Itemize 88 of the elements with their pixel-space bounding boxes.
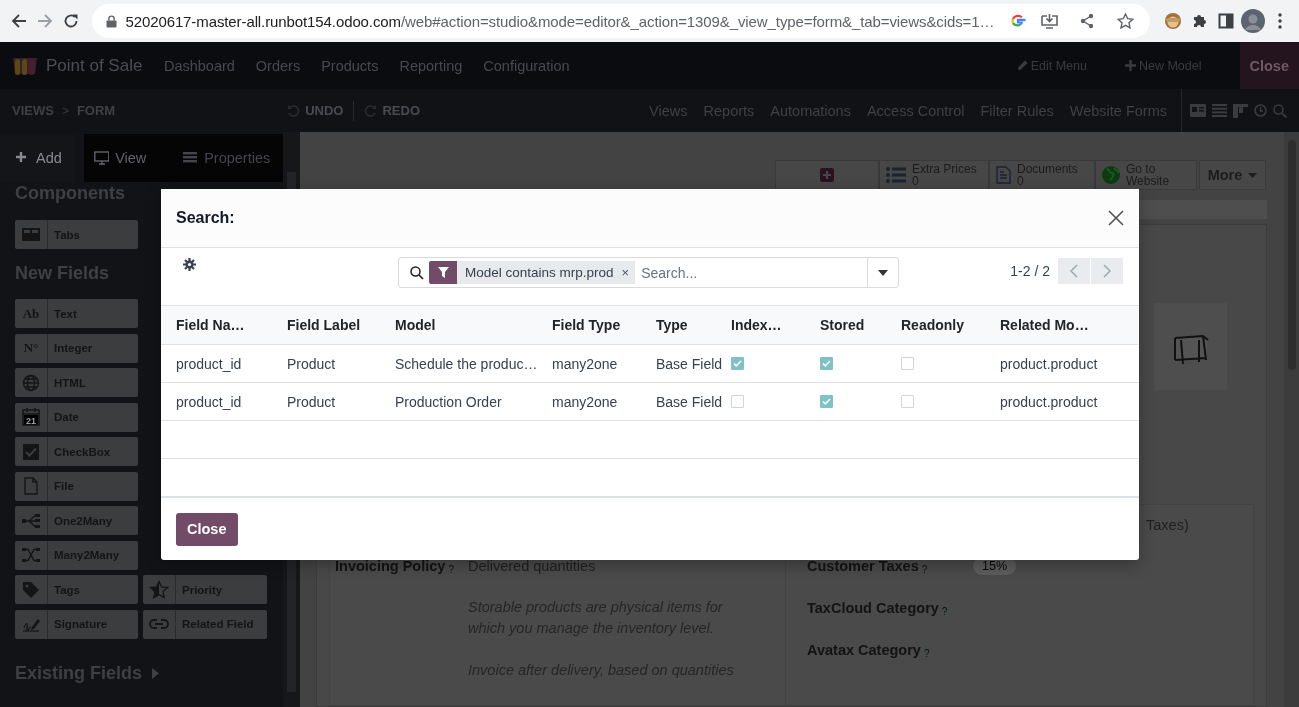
globe-icon: [1102, 166, 1120, 184]
search-input[interactable]: Search...: [635, 263, 867, 282]
close-button[interactable]: Close: [176, 512, 238, 546]
column-header[interactable]: Field Label: [287, 305, 395, 345]
help-icon[interactable]: ?: [448, 563, 454, 575]
search-field[interactable]: Model contains mrp.prod × Search...: [398, 257, 899, 288]
help-icon[interactable]: ?: [923, 647, 930, 659]
caret-icon: [1248, 172, 1258, 178]
table-cell: product_id: [176, 393, 242, 410]
table-cell: Base Field: [656, 393, 723, 410]
add-button[interactable]: [775, 160, 879, 190]
app-logo-icon[interactable]: [12, 55, 38, 76]
column-header[interactable]: Field Type: [552, 305, 656, 345]
profile-button[interactable]: [1240, 6, 1265, 36]
filter-icon: [437, 267, 449, 278]
star-icon: [1116, 13, 1134, 29]
close-icon[interactable]: [1108, 210, 1124, 226]
g-icon[interactable]: [1010, 13, 1027, 29]
scrollbar[interactable]: [1284, 132, 1299, 707]
table-cell: Product: [287, 393, 336, 410]
help-icon[interactable]: ?: [921, 563, 928, 575]
back-arrow-icon: [11, 13, 28, 29]
forward-arrow-icon: [37, 13, 54, 29]
many-to-many-icon: [21, 545, 41, 565]
chevron-right-icon: [1103, 264, 1111, 278]
table-cell: Product: [287, 355, 336, 372]
share-icon: [1079, 13, 1096, 29]
chevron-left-icon: [1070, 264, 1078, 278]
plus-icon: [1124, 60, 1136, 71]
menu-item[interactable]: Products: [310, 57, 389, 74]
table-cell: product.product: [1000, 355, 1098, 372]
pencil-icon: [1016, 60, 1028, 71]
column-header[interactable]: Index…: [731, 305, 820, 345]
menu-item[interactable]: Dashboard: [153, 57, 246, 74]
side-panel-icon: [1217, 13, 1234, 29]
column-header[interactable]: Field Na…: [161, 305, 287, 345]
table-cell: product.product: [1000, 393, 1098, 410]
column-header[interactable]: Model: [395, 305, 552, 345]
download-icon: [1040, 13, 1058, 29]
column-header[interactable]: Related Mo…: [1000, 305, 1139, 345]
close-button[interactable]: Close: [1239, 42, 1299, 89]
menu-item[interactable]: Reporting: [388, 57, 473, 74]
app-name[interactable]: Point of Sale: [46, 55, 143, 76]
table-cell: many2one: [552, 393, 618, 410]
table-cell: many2one: [552, 355, 618, 372]
table-cell: Schedule the produc…: [395, 355, 538, 372]
checkbox-icon: [21, 441, 41, 462]
reload-icon: [63, 13, 80, 29]
calendar-icon: 21: [21, 407, 41, 427]
column-header[interactable]: Readonly: [901, 305, 1000, 345]
field-label: TaxCloud Category: [807, 599, 939, 617]
caret-icon: [878, 269, 888, 276]
help-icon[interactable]: ?: [941, 605, 948, 617]
lock-icon: [106, 14, 118, 28]
plus-icon: [820, 168, 834, 182]
table-cell: Production Order: [395, 393, 502, 410]
list-icon: [886, 167, 906, 183]
redo-icon: [364, 104, 378, 117]
column-header[interactable]: Stored: [820, 305, 901, 345]
sidebar-tab[interactable]: View: [84, 133, 174, 182]
search-icon: [410, 265, 424, 280]
puzzle-icon: [1191, 13, 1208, 29]
url-text: 52020617-master-all.runbot154.odoo.com/web#action=studio&mode=editor&_action=1309&_view_type=form&_tab=views&cids=1…: [125, 12, 995, 30]
undo-button[interactable]: UNDO: [287, 103, 344, 118]
remove-icon[interactable]: ×: [621, 265, 630, 280]
settings-icon[interactable]: [183, 258, 196, 271]
document-icon: [996, 166, 1011, 184]
address-bar[interactable]: 52020617-master-all.runbot154.odoo.com/web#action=studio&mode=editor&_action=1309&_view_type=form&_tab=views&cids=1…: [92, 4, 1151, 38]
globe-icon: [21, 372, 41, 393]
file-icon: [21, 476, 41, 496]
dialog-title: Search:: [176, 209, 235, 227]
redo-button[interactable]: REDO: [364, 103, 421, 118]
field-label: Avatax Category: [807, 641, 921, 659]
avatar-icon: [1240, 9, 1265, 33]
pager-value: 1-2 / 2: [1010, 263, 1050, 279]
caret-icon: [152, 667, 160, 679]
monitor-icon: [94, 150, 110, 165]
star-icon: [149, 579, 169, 600]
breadcrumb-separator: >: [61, 103, 69, 118]
list-icon: [183, 150, 199, 165]
menu-item[interactable]: Configuration: [472, 57, 581, 74]
menu-icon: [1277, 13, 1282, 29]
undo-icon: [287, 104, 301, 117]
tag-icon: [21, 579, 41, 600]
table-cell: product_id: [176, 355, 242, 372]
table-cell: Base Field: [656, 355, 723, 372]
column-header[interactable]: Type: [656, 305, 731, 345]
menu-item[interactable]: Orders: [245, 57, 311, 74]
